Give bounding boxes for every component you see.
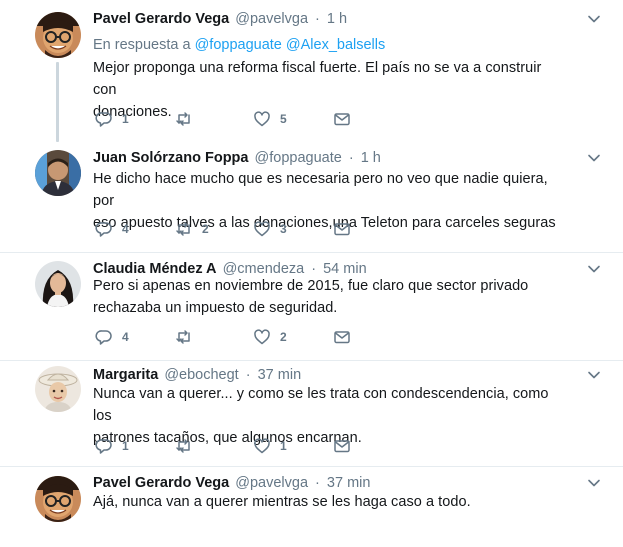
like-button[interactable]: 2	[253, 328, 290, 346]
avatar-man-flag-icon	[35, 150, 81, 196]
separator-dot: ·	[348, 150, 354, 166]
author-fullname[interactable]: Juan Solórzano Foppa	[93, 150, 248, 166]
tweet[interactable]: Margarita @ebochegt · 37 min Nunca van a…	[0, 361, 623, 467]
tweet-header: Pavel Gerardo Vega @pavelvga · 37 min	[93, 474, 370, 492]
reply-icon	[95, 330, 112, 345]
tweet-actions: 1 5	[93, 110, 393, 128]
retweet-button[interactable]: 2	[175, 220, 212, 238]
retweet-count: 2	[202, 222, 209, 236]
avatar-glasses-man-icon	[35, 12, 81, 58]
retweet-icon	[176, 222, 190, 236]
tweet-text-line: Pero si apenas en noviembre de 2015, fue…	[93, 278, 529, 294]
separator-dot: ·	[315, 475, 320, 491]
author-username[interactable]: @foppaguate	[255, 150, 342, 166]
avatar-icon[interactable]	[35, 150, 81, 196]
retweet-icon	[176, 439, 190, 453]
tweet-timestamp[interactable]: 1 h	[327, 11, 347, 27]
envelope-icon	[334, 440, 350, 453]
reply-button[interactable]: 4	[95, 328, 132, 346]
envelope-icon	[334, 113, 350, 126]
retweet-button[interactable]	[175, 437, 212, 455]
author-username[interactable]: @pavelvga	[235, 475, 308, 491]
tweet-actions: 4 2 3	[93, 220, 393, 238]
chevron-down-icon[interactable]	[587, 262, 601, 276]
reply-icon	[95, 112, 112, 127]
reply-button[interactable]: 1	[95, 437, 132, 455]
like-button[interactable]: 1	[253, 437, 290, 455]
author-username[interactable]: @ebochegt	[164, 367, 238, 383]
mention-link[interactable]: @Alex_balsells	[286, 37, 385, 53]
like-count: 3	[280, 222, 287, 236]
avatar-icon[interactable]	[35, 12, 81, 58]
retweet-icon	[176, 112, 190, 126]
tweet-actions: 1 1	[93, 437, 393, 455]
avatar-icon[interactable]	[35, 261, 81, 307]
like-count: 2	[280, 330, 287, 344]
replying-prefix: En respuesta a	[93, 37, 191, 53]
tweet-text-line: Mejor proponga una reforma fiscal fuerte…	[93, 60, 542, 98]
reply-count: 4	[122, 330, 129, 344]
tweet-timestamp[interactable]: 1 h	[361, 150, 381, 166]
author-fullname[interactable]: Pavel Gerardo Vega	[93, 475, 229, 491]
heart-icon	[254, 329, 270, 345]
reply-count: 4	[122, 222, 129, 236]
tweet-timestamp[interactable]: 37 min	[258, 367, 302, 383]
tweet-header: Pavel Gerardo Vega @pavelvga · 1 h	[93, 10, 347, 28]
tweet-text: Pero si apenas en noviembre de 2015, fue…	[93, 275, 563, 319]
chevron-down-icon[interactable]	[587, 151, 601, 165]
retweet-icon	[176, 330, 190, 344]
author-fullname[interactable]: Margarita	[93, 367, 158, 383]
heart-icon	[254, 221, 270, 237]
direct-message-button[interactable]	[333, 110, 351, 128]
like-count: 5	[280, 112, 287, 126]
tweet-text-line: rechazaba un impuesto de seguridad.	[93, 300, 338, 316]
reply-button[interactable]: 4	[95, 220, 132, 238]
avatar-glasses-man-icon	[35, 476, 81, 522]
avatar-woman-hat-icon	[35, 366, 81, 412]
direct-message-button[interactable]	[333, 220, 351, 238]
tweet-text-line: Ajá, nunca van a querer mientras se les …	[93, 494, 471, 510]
tweet-timestamp[interactable]: 37 min	[327, 475, 371, 491]
heart-icon	[254, 438, 270, 454]
avatar-icon[interactable]	[35, 366, 81, 412]
like-button[interactable]: 3	[253, 220, 290, 238]
tweet-text: Ajá, nunca van a querer mientras se les …	[93, 491, 563, 513]
direct-message-button[interactable]	[333, 328, 351, 346]
thread-connector-line	[56, 62, 59, 142]
retweet-button[interactable]	[175, 328, 212, 346]
avatar-icon[interactable]	[35, 476, 81, 522]
tweet[interactable]: Claudia Méndez A @cmendeza · 54 min Pero…	[0, 253, 623, 361]
separator-dot: ·	[315, 11, 320, 27]
tweet-text-line: Nunca van a querer... y como se les trat…	[93, 386, 549, 424]
tweet-header: Margarita @ebochegt · 37 min	[93, 366, 301, 384]
tweet[interactable]: Juan Solórzano Foppa @foppaguate · 1 h H…	[0, 139, 623, 253]
like-count: 1	[280, 439, 287, 453]
avatar-woman-dark-hair-icon	[35, 261, 81, 307]
envelope-icon	[334, 331, 350, 344]
reply-count: 1	[122, 112, 129, 126]
tweet-header: Juan Solórzano Foppa @foppaguate · 1 h	[93, 149, 381, 167]
envelope-icon	[334, 223, 350, 236]
retweet-button[interactable]	[175, 110, 212, 128]
separator-dot: ·	[245, 367, 251, 383]
chevron-down-icon[interactable]	[587, 368, 601, 382]
chevron-down-icon[interactable]	[587, 12, 601, 26]
tweet[interactable]: Pavel Gerardo Vega @pavelvga · 37 min Aj…	[0, 467, 623, 547]
author-fullname[interactable]: Pavel Gerardo Vega	[93, 11, 229, 27]
reply-button[interactable]: 1	[95, 110, 132, 128]
author-username[interactable]: @pavelvga	[235, 11, 308, 27]
direct-message-button[interactable]	[333, 437, 351, 455]
tweet[interactable]: Pavel Gerardo Vega @pavelvga · 1 h En re…	[0, 0, 623, 142]
tweet-actions: 4 2	[93, 328, 393, 346]
tweet-text-line: He dicho hace mucho que es necesaria per…	[93, 171, 548, 209]
chevron-down-icon[interactable]	[587, 476, 601, 490]
reply-icon	[95, 439, 112, 454]
reply-count: 1	[122, 439, 129, 453]
like-button[interactable]: 5	[253, 110, 290, 128]
reply-icon	[95, 222, 112, 237]
heart-icon	[254, 111, 270, 127]
mention-link[interactable]: @foppaguate	[195, 37, 282, 53]
replying-to: En respuesta a @foppaguate @Alex_balsell…	[93, 36, 385, 54]
